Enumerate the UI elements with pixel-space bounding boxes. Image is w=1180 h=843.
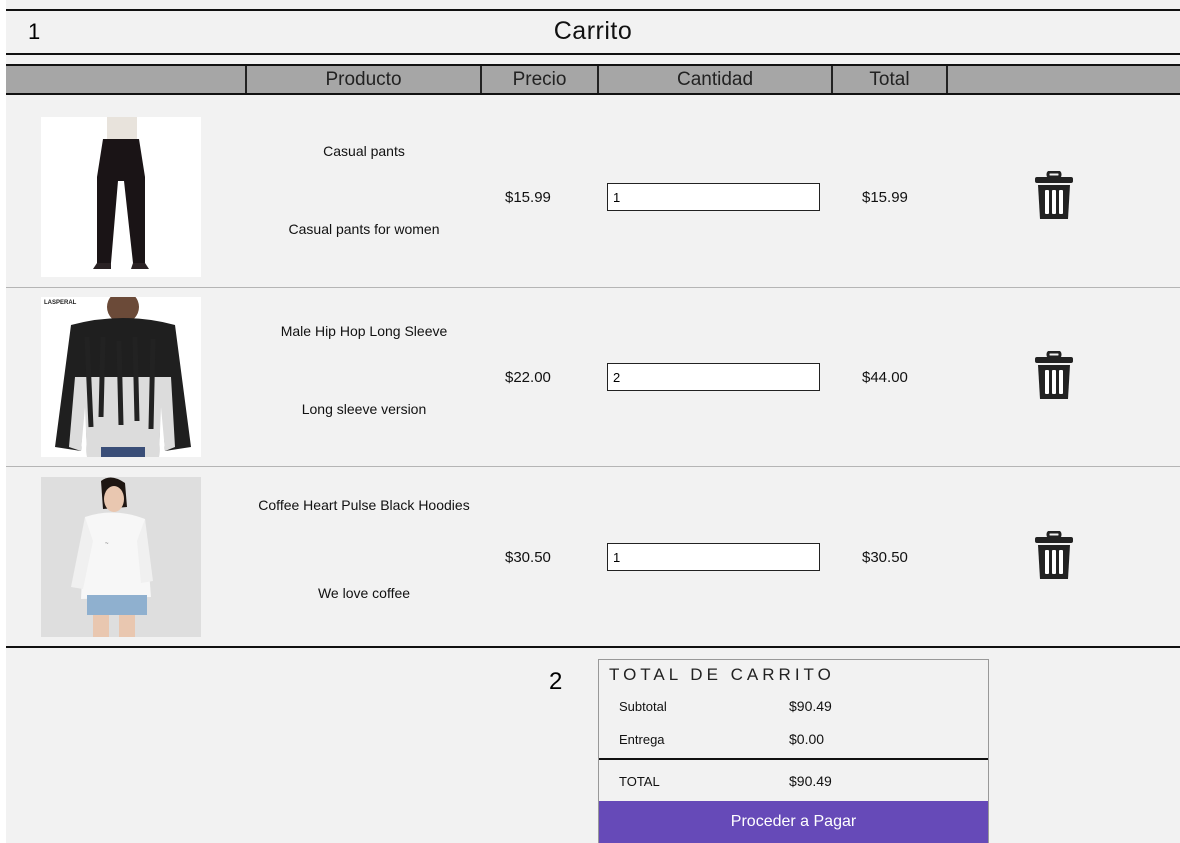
trash-icon[interactable] bbox=[1032, 351, 1076, 401]
product-price: $15.99 bbox=[505, 189, 551, 206]
table-row: LASPERAL Male Hip Hop Long Sleeve Long s… bbox=[6, 279, 1180, 459]
line-total: $15.99 bbox=[862, 189, 908, 206]
line-total: $30.50 bbox=[862, 549, 908, 566]
subtotal-label: Subtotal bbox=[619, 699, 667, 714]
brand-label: LASPERAL bbox=[44, 300, 77, 306]
product-price: $30.50 bbox=[505, 549, 551, 566]
table-row: Casual pants Casual pants for women $15.… bbox=[6, 99, 1180, 279]
delivery-value: $0.00 bbox=[789, 731, 825, 747]
column-header-price: Precio bbox=[480, 66, 597, 93]
total-value: $90.49 bbox=[789, 773, 832, 789]
delivery-label: Entrega bbox=[619, 732, 665, 747]
product-description: We love coffee bbox=[317, 585, 411, 601]
column-header-product: Producto bbox=[245, 66, 480, 93]
product-description: Long sleeve version bbox=[301, 401, 427, 417]
product-image-casual-pants[interactable] bbox=[41, 117, 201, 277]
cart-header: 1 Carrito bbox=[6, 9, 1180, 55]
cart-bottom-divider bbox=[6, 646, 1180, 648]
column-header-quantity: Cantidad bbox=[597, 66, 831, 93]
svg-text:~: ~ bbox=[105, 541, 109, 547]
column-header-total: Total bbox=[831, 66, 946, 93]
checkout-button[interactable]: Proceder a Pagar bbox=[599, 801, 988, 843]
product-price: $22.00 bbox=[505, 369, 551, 386]
column-header-actions bbox=[946, 66, 1180, 93]
totals-divider bbox=[599, 758, 988, 760]
product-name: Coffee Heart Pulse Black Hoodies bbox=[258, 497, 470, 513]
page-title: Carrito bbox=[553, 17, 633, 45]
table-header: Producto Precio Cantidad Total bbox=[6, 64, 1180, 95]
product-description: Casual pants for women bbox=[288, 221, 440, 237]
trash-icon[interactable] bbox=[1032, 171, 1076, 221]
product-image-long-sleeve[interactable]: LASPERAL bbox=[41, 297, 201, 457]
product-name: Casual pants bbox=[323, 143, 405, 159]
quantity-input[interactable] bbox=[607, 363, 820, 391]
product-name: Male Hip Hop Long Sleeve bbox=[280, 323, 448, 339]
quantity-input[interactable] bbox=[607, 183, 820, 211]
cart-page: 1 Carrito Producto Precio Cantidad Total… bbox=[0, 0, 1180, 843]
cart-totals-panel: TOTAL DE CARRITO Subtotal $90.49 Entrega… bbox=[598, 659, 989, 843]
section-number-2: 2 bbox=[549, 668, 563, 695]
table-row: ~ Coffee Heart Pulse Black Hoodies We lo… bbox=[6, 459, 1180, 639]
product-image-hoodie[interactable]: ~ bbox=[41, 477, 201, 637]
totals-title: TOTAL DE CARRITO bbox=[609, 665, 835, 684]
subtotal-value: $90.49 bbox=[789, 698, 832, 714]
trash-icon[interactable] bbox=[1032, 531, 1076, 581]
total-label: TOTAL bbox=[619, 774, 660, 789]
line-total: $44.00 bbox=[862, 369, 908, 386]
quantity-input[interactable] bbox=[607, 543, 820, 571]
